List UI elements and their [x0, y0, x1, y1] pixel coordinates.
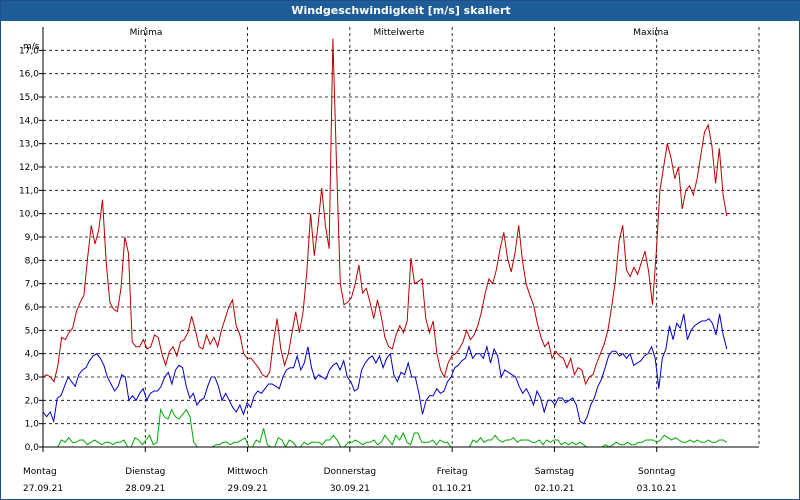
x-tick-day-label: Samstag [535, 467, 574, 477]
y-tick-label: 3,0 [25, 373, 40, 383]
axes [39, 27, 759, 452]
legend: Minima Mittelwerte Maxima [130, 28, 669, 38]
x-tick-date-label: 28.09.21 [125, 484, 165, 494]
x-tick-day-label: Dienstag [125, 467, 165, 477]
y-tick-label: 6,0 [25, 303, 40, 313]
grid-lines [43, 27, 760, 448]
y-axis-unit: m/s [23, 42, 40, 52]
chart-area: 0,0 1,0 2,0 3,0 4,0 5,0 6,0 7,0 8,0 9,0 10,0 11,0 12… [19, 27, 760, 494]
y-tick-label: 13,0 [19, 140, 39, 150]
x-tick-date-label: 02.10.21 [534, 484, 574, 494]
y-tick-label: 2,0 [25, 396, 40, 406]
y-tick-label: 5,0 [25, 326, 40, 336]
legend-item-minima: Minima [130, 28, 163, 38]
chart-window: Windgeschwindigkeit [m/s] skaliert 0,0 1,… [0, 0, 800, 500]
x-tick-date-label: 01.10.21 [432, 484, 472, 494]
y-tick-label: 4,0 [25, 350, 40, 360]
y-tick-label: 15,0 [19, 93, 39, 103]
x-tick-date-label: 27.09.21 [23, 484, 63, 494]
y-tick-label: 11,0 [19, 186, 39, 196]
x-tick-day-label: Sonntag [638, 467, 675, 477]
x-tick-date-label: 29.09.21 [228, 484, 268, 494]
y-tick-label: 12,0 [19, 163, 39, 173]
x-tick-date-label: 03.10.21 [637, 484, 677, 494]
y-tick-label: 9,0 [25, 233, 40, 243]
legend-item-mittelwerte: Mittelwerte [373, 28, 424, 38]
x-tick-day-label: Donnerstag [324, 467, 377, 477]
y-tick-label: 1,0 [25, 420, 40, 430]
x-tick-day-label: Montag [23, 467, 57, 477]
legend-item-maxima: Maxima [633, 28, 668, 38]
x-tick-day-label: Freitag [437, 467, 468, 477]
series-line-maxima [42, 38, 728, 386]
y-tick-label: 8,0 [25, 256, 40, 266]
y-tick-label: 14,0 [19, 116, 39, 126]
y-tick-label: 16,0 [19, 70, 39, 80]
chart-title: Windgeschwindigkeit [m/s] skaliert [1, 1, 800, 21]
x-tick-labels: Montag 27.09.21 Dienstag 28.09.21 Mittwoch 29… [23, 467, 677, 494]
y-tick-label: 0,0 [25, 443, 40, 453]
y-tick-label: 10,0 [19, 210, 39, 220]
y-tick-labels: 0,0 1,0 2,0 3,0 4,0 5,0 6,0 7,0 8,0 9,0 10,0 11,0 12… [19, 46, 39, 453]
y-tick-label: 7,0 [25, 280, 40, 290]
x-tick-day-label: Mittwoch [227, 467, 268, 477]
x-tick-date-label: 30.09.21 [330, 484, 370, 494]
